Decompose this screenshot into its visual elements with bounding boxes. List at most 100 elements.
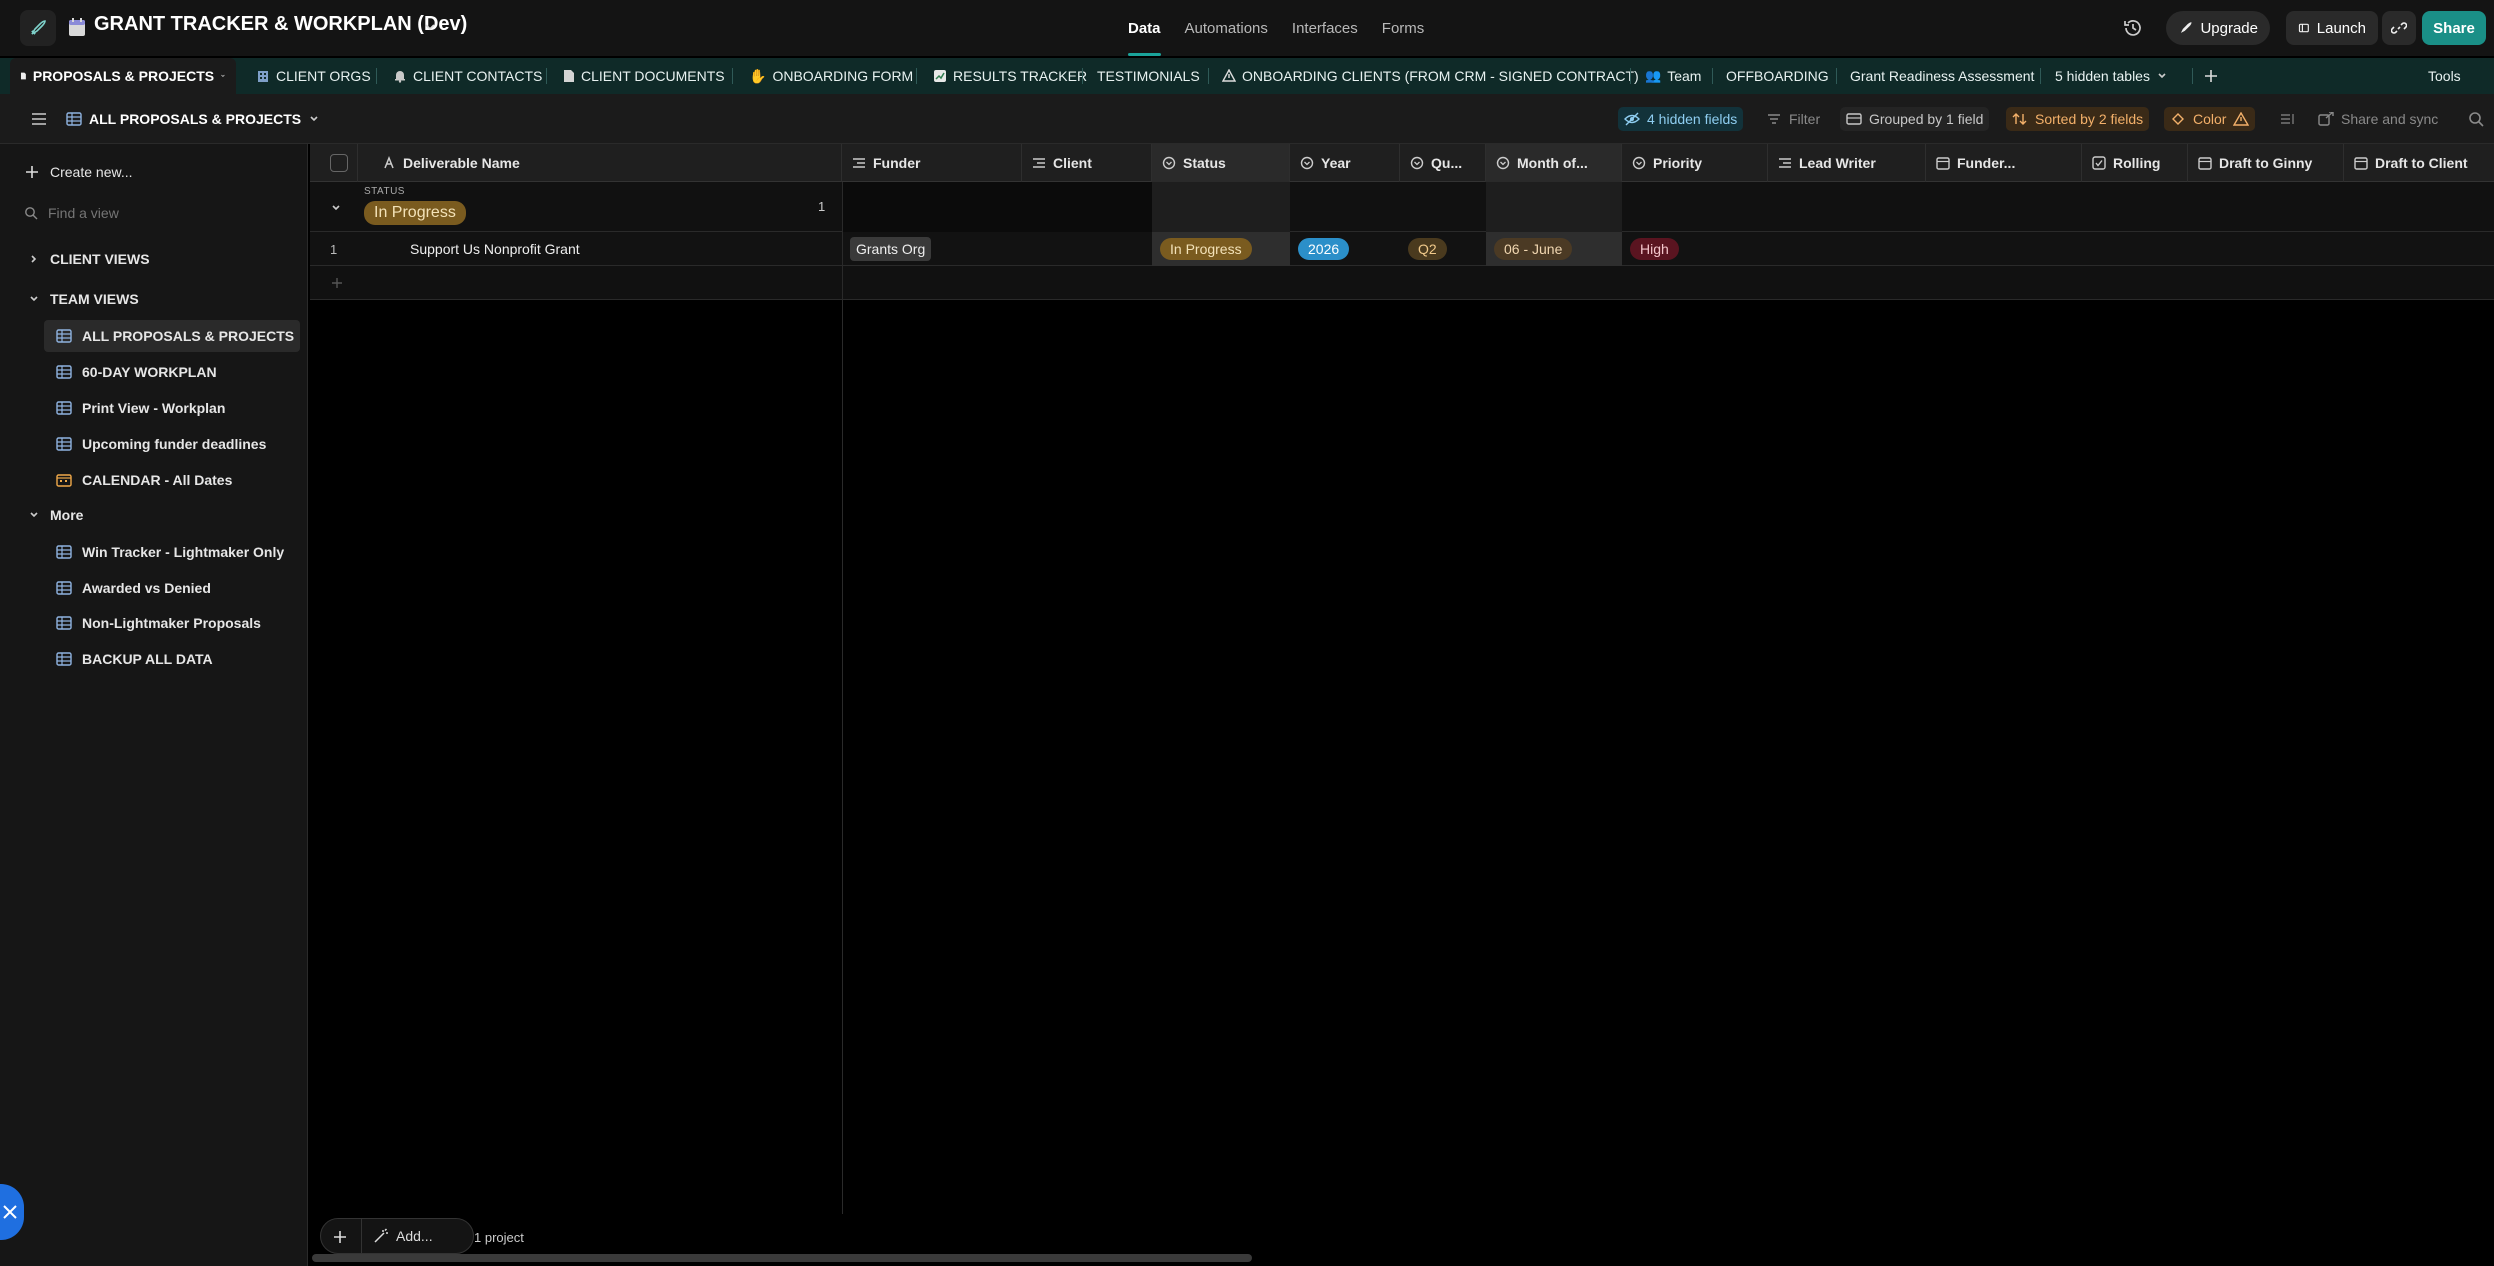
- grid-footer: Add... 1 project: [310, 1214, 2494, 1266]
- table-row[interactable]: 1 Support Us Nonprofit Grant Grants Org …: [310, 232, 2494, 266]
- find-view-input[interactable]: [48, 205, 268, 221]
- column-header-draft-to-ginny[interactable]: Draft to Ginny: [2188, 144, 2344, 182]
- group-header-spacer: [842, 182, 1152, 232]
- chevron-down-icon[interactable]: [423, 20, 437, 34]
- cell-quarter[interactable]: Q2: [1400, 232, 1486, 266]
- column-label: Year: [1321, 155, 1351, 171]
- column-header-funder[interactable]: Funder: [842, 144, 1022, 182]
- view-name: ALL PROPOSALS & PROJECTS: [89, 111, 302, 127]
- column-header-lead-writer[interactable]: Lead Writer: [1768, 144, 1926, 182]
- group-header-row[interactable]: STATUS In Progress 1: [310, 182, 2494, 232]
- column-header-status[interactable]: Status: [1152, 144, 1290, 182]
- column-header-draft-to-client[interactable]: Draft to Client: [2344, 144, 2494, 182]
- add-with-ai-button[interactable]: Add...: [373, 1228, 433, 1244]
- filter-button[interactable]: Filter: [1760, 107, 1826, 131]
- upgrade-button[interactable]: Upgrade: [2166, 11, 2270, 45]
- table-tab-client-orgs[interactable]: CLIENT ORGS: [256, 58, 371, 94]
- nav-data[interactable]: Data: [1116, 0, 1173, 56]
- group-collapse-chevron-icon[interactable]: [330, 202, 342, 214]
- section-label: CLIENT VIEWS: [50, 251, 150, 267]
- column-header-client[interactable]: Client: [1022, 144, 1152, 182]
- table-tab-proposals[interactable]: PROPOSALS & PROJECTS: [10, 58, 236, 94]
- checkbox-field-icon: [2092, 156, 2106, 170]
- table-tab-offboarding[interactable]: OFFBOARDING: [1726, 58, 1829, 94]
- copy-link-button[interactable]: [2382, 11, 2416, 45]
- column-header-deliverable-name[interactable]: Deliverable Name: [358, 144, 842, 182]
- section-team-views[interactable]: TEAM VIEWS: [0, 283, 308, 315]
- sidebar-view-upcoming-deadlines[interactable]: Upcoming funder deadlines: [0, 428, 308, 460]
- create-new-view[interactable]: Create new...: [0, 156, 308, 188]
- view-label: CALENDAR - All Dates: [82, 472, 233, 488]
- add-record-row[interactable]: [310, 266, 2494, 300]
- sidebar-view-win-tracker[interactable]: Win Tracker - Lightmaker Only: [0, 536, 308, 568]
- hide-fields-button[interactable]: 4 hidden fields: [1618, 107, 1744, 131]
- sidebar-view-60-day-workplan[interactable]: 60-DAY WORKPLAN: [0, 356, 308, 388]
- launch-button[interactable]: Launch: [2286, 11, 2378, 45]
- grid-icon: [66, 112, 82, 126]
- group-button[interactable]: Grouped by 1 field: [1840, 107, 1990, 131]
- sidebar-view-calendar[interactable]: CALENDAR - All Dates: [0, 464, 308, 496]
- table-tab-team[interactable]: 👥 Team: [1645, 58, 1701, 94]
- create-new-label: Create new...: [50, 164, 133, 180]
- funder-linked-chip[interactable]: Grants Org: [850, 237, 932, 261]
- cell-year[interactable]: 2026: [1290, 232, 1400, 266]
- cell-client[interactable]: [1022, 232, 1152, 266]
- nav-automations[interactable]: Automations: [1173, 0, 1280, 56]
- cell-priority[interactable]: High: [1622, 232, 1768, 266]
- table-tab-client-contacts[interactable]: CLIENT CONTACTS: [393, 58, 542, 94]
- column-header-quarter[interactable]: Qu...: [1400, 144, 1486, 182]
- column-header-month[interactable]: Month of...: [1486, 144, 1622, 182]
- cell-status[interactable]: In Progress: [1152, 232, 1290, 266]
- toggle-sidebar-button[interactable]: [24, 107, 54, 131]
- plus-icon: [330, 276, 344, 290]
- table-tab-grant-readiness[interactable]: Grant Readiness Assessment: [1850, 58, 2034, 94]
- cell-month[interactable]: 06 - June: [1486, 232, 1622, 266]
- top-nav: Data Automations Interfaces Forms: [1116, 0, 1436, 56]
- table-tab-client-documents[interactable]: CLIENT DOCUMENTS: [563, 58, 725, 94]
- section-client-views[interactable]: CLIENT VIEWS: [0, 243, 308, 275]
- column-header-funder-deadline[interactable]: Funder...: [1926, 144, 2082, 182]
- sidebar-view-print-workplan[interactable]: Print View - Workplan: [0, 392, 308, 424]
- chevron-down-icon: [30, 296, 38, 302]
- sidebar-view-all-proposals[interactable]: ALL PROPOSALS & PROJECTS: [44, 320, 300, 352]
- add-record-button[interactable]: [331, 1228, 349, 1246]
- view-switcher[interactable]: ALL PROPOSALS & PROJECTS: [60, 107, 326, 131]
- paint-bucket-icon: [2172, 113, 2184, 125]
- table-tab-results-tracker[interactable]: RESULTS TRACKER: [933, 58, 1087, 94]
- column-header-year[interactable]: Year: [1290, 144, 1400, 182]
- table-tab-label: OFFBOARDING: [1726, 68, 1829, 84]
- nav-interfaces[interactable]: Interfaces: [1280, 0, 1370, 56]
- share-sync-button[interactable]: Share and sync: [2312, 107, 2444, 131]
- sidebar-view-awarded-denied[interactable]: Awarded vs Denied: [0, 572, 308, 604]
- cell-funder[interactable]: Grants Org: [842, 232, 1022, 266]
- cell-deliverable-name[interactable]: Support Us Nonprofit Grant: [410, 232, 830, 266]
- assistant-launcher-button[interactable]: [0, 1184, 24, 1240]
- nav-forms[interactable]: Forms: [1370, 0, 1437, 56]
- section-more[interactable]: More: [0, 499, 308, 531]
- base-title[interactable]: GRANT TRACKER & WORKPLAN (Dev): [94, 13, 467, 36]
- footer-add-controls: Add...: [320, 1218, 474, 1254]
- grid-icon: [56, 401, 72, 415]
- share-button[interactable]: Share: [2422, 11, 2486, 45]
- table-tab-testimonials[interactable]: TESTIMONIALS: [1097, 58, 1200, 94]
- search-button[interactable]: [2462, 107, 2490, 131]
- history-icon[interactable]: [2122, 17, 2144, 39]
- horizontal-scrollbar[interactable]: [312, 1254, 1252, 1262]
- home-logo[interactable]: [20, 10, 56, 46]
- add-table-button[interactable]: [2203, 58, 2219, 94]
- column-header-priority[interactable]: Priority: [1622, 144, 1768, 182]
- column-label: Draft to Client: [2375, 155, 2468, 171]
- tools-menu[interactable]: Tools: [2428, 58, 2461, 94]
- row-height-button[interactable]: [2274, 107, 2302, 131]
- column-header-rolling[interactable]: Rolling: [2082, 144, 2188, 182]
- sort-button[interactable]: Sorted by 2 fields: [2006, 107, 2150, 131]
- select-all-checkbox[interactable]: [330, 154, 348, 172]
- color-button[interactable]: Color: [2164, 107, 2256, 131]
- linked-record-icon: [853, 158, 865, 168]
- table-tab-onboarding-form[interactable]: ✋ ONBOARDING FORM: [749, 58, 913, 94]
- sidebar-view-backup[interactable]: BACKUP ALL DATA: [0, 643, 308, 675]
- sidebar-view-non-lightmaker[interactable]: Non-Lightmaker Proposals: [0, 607, 308, 639]
- hidden-tables-dropdown[interactable]: 5 hidden tables: [2055, 58, 2168, 94]
- table-tab-onboarding-clients[interactable]: ONBOARDING CLIENTS (FROM CRM - SIGNED CO…: [1222, 58, 1639, 94]
- find-view-field[interactable]: [0, 197, 308, 229]
